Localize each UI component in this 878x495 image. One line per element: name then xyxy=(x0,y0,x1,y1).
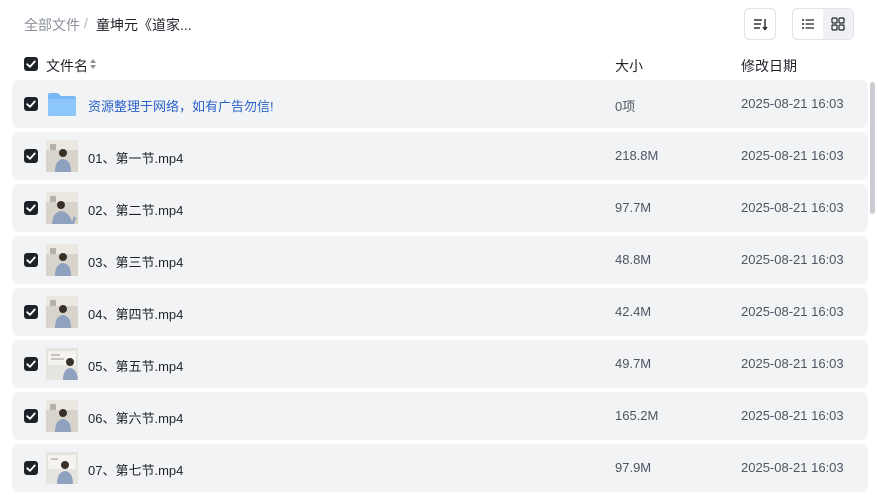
row-checkbox[interactable] xyxy=(24,409,38,423)
row-checkbox[interactable] xyxy=(24,97,38,111)
column-header-name[interactable]: 文件名 xyxy=(46,56,88,76)
list-header: 文件名 大小 修改日期 xyxy=(0,50,878,78)
file-size: 42.4M xyxy=(615,304,652,319)
grid-view-icon xyxy=(831,17,845,31)
file-name[interactable]: 04、第四节.mp4 xyxy=(88,304,183,323)
file-row[interactable]: 05、第五节.mp4 49.7M 2025-08-21 16:03 xyxy=(12,340,868,388)
file-row[interactable]: 04、第四节.mp4 42.4M 2025-08-21 16:03 xyxy=(12,288,868,336)
file-name[interactable]: 06、第六节.mp4 xyxy=(88,408,183,427)
column-header-date[interactable]: 修改日期 xyxy=(741,56,797,76)
check-icon xyxy=(24,357,38,371)
file-size: 97.9M xyxy=(615,460,652,475)
file-date: 2025-08-21 16:03 xyxy=(741,96,844,111)
grid-view-button[interactable] xyxy=(823,9,853,39)
file-row[interactable]: 02、第二节.mp4 97.7M 2025-08-21 16:03 xyxy=(12,184,868,232)
file-name[interactable]: 03、第三节.mp4 xyxy=(88,252,183,271)
row-checkbox[interactable] xyxy=(24,253,38,267)
file-size: 0项 xyxy=(615,99,636,114)
file-date: 2025-08-21 16:03 xyxy=(741,148,844,163)
file-size: 49.7M xyxy=(615,356,652,371)
file-row[interactable]: 07、第七节.mp4 97.9M 2025-08-21 16:03 xyxy=(12,444,868,492)
breadcrumb-current: 童坤元《道家... xyxy=(96,17,192,33)
scrollbar-thumb[interactable] xyxy=(870,82,875,214)
select-all-checkbox[interactable] xyxy=(24,57,38,71)
sort-icon xyxy=(754,19,768,31)
file-date: 2025-08-21 16:03 xyxy=(741,200,844,215)
file-name[interactable]: 05、第五节.mp4 xyxy=(88,356,183,375)
video-thumbnail xyxy=(46,452,78,484)
row-checkbox[interactable] xyxy=(24,305,38,319)
breadcrumb-separator: / xyxy=(84,15,88,31)
sort-button[interactable] xyxy=(744,8,776,40)
video-thumbnail xyxy=(46,400,78,432)
file-name[interactable]: 资源整理于网络，如有广告勿信! xyxy=(88,96,274,115)
file-date: 2025-08-21 16:03 xyxy=(741,304,844,319)
file-row[interactable]: 01、第一节.mp4 218.8M 2025-08-21 16:03 xyxy=(12,132,868,180)
check-icon xyxy=(24,97,38,111)
check-icon xyxy=(24,253,38,267)
file-size: 218.8M xyxy=(615,148,659,163)
file-row[interactable]: 03、第三节.mp4 48.8M 2025-08-21 16:03 xyxy=(12,236,868,284)
check-icon xyxy=(24,57,38,71)
check-icon xyxy=(24,461,38,475)
file-size: 165.2M xyxy=(615,408,659,423)
check-icon xyxy=(24,305,38,319)
video-thumbnail xyxy=(46,140,78,172)
list-view-button[interactable] xyxy=(793,9,823,39)
row-checkbox[interactable] xyxy=(24,461,38,475)
check-icon xyxy=(24,409,38,423)
row-checkbox[interactable] xyxy=(24,149,38,163)
file-date: 2025-08-21 16:03 xyxy=(741,252,844,267)
video-thumbnail xyxy=(46,192,78,224)
file-row[interactable]: 06、第六节.mp4 165.2M 2025-08-21 16:03 xyxy=(12,392,868,440)
file-name[interactable]: 02、第二节.mp4 xyxy=(88,200,183,219)
file-name[interactable]: 07、第七节.mp4 xyxy=(88,460,183,479)
file-size: 48.8M xyxy=(615,252,652,267)
file-row[interactable]: 资源整理于网络，如有广告勿信! 0项 2025-08-21 16:03 xyxy=(12,80,868,128)
row-checkbox[interactable] xyxy=(24,201,38,215)
breadcrumb-root[interactable]: 全部文件 xyxy=(24,15,80,35)
video-thumbnail xyxy=(46,244,78,276)
file-size: 97.7M xyxy=(615,200,652,215)
column-header-size[interactable]: 大小 xyxy=(615,56,643,76)
video-thumbnail xyxy=(46,348,78,380)
file-name[interactable]: 01、第一节.mp4 xyxy=(88,148,183,167)
list-view-icon xyxy=(802,19,814,29)
file-date: 2025-08-21 16:03 xyxy=(741,408,844,423)
file-date: 2025-08-21 16:03 xyxy=(741,460,844,475)
folder-icon xyxy=(48,93,76,116)
file-list: 资源整理于网络，如有广告勿信! 0项 2025-08-21 16:03 01、第… xyxy=(12,80,868,495)
row-checkbox[interactable] xyxy=(24,357,38,371)
check-icon xyxy=(24,149,38,163)
top-bar: 全部文件 / 童坤元《道家... xyxy=(0,0,878,48)
sort-arrows-icon[interactable] xyxy=(89,57,97,71)
view-toggle xyxy=(792,8,854,40)
file-date: 2025-08-21 16:03 xyxy=(741,356,844,371)
video-thumbnail xyxy=(46,296,78,328)
check-icon xyxy=(24,201,38,215)
